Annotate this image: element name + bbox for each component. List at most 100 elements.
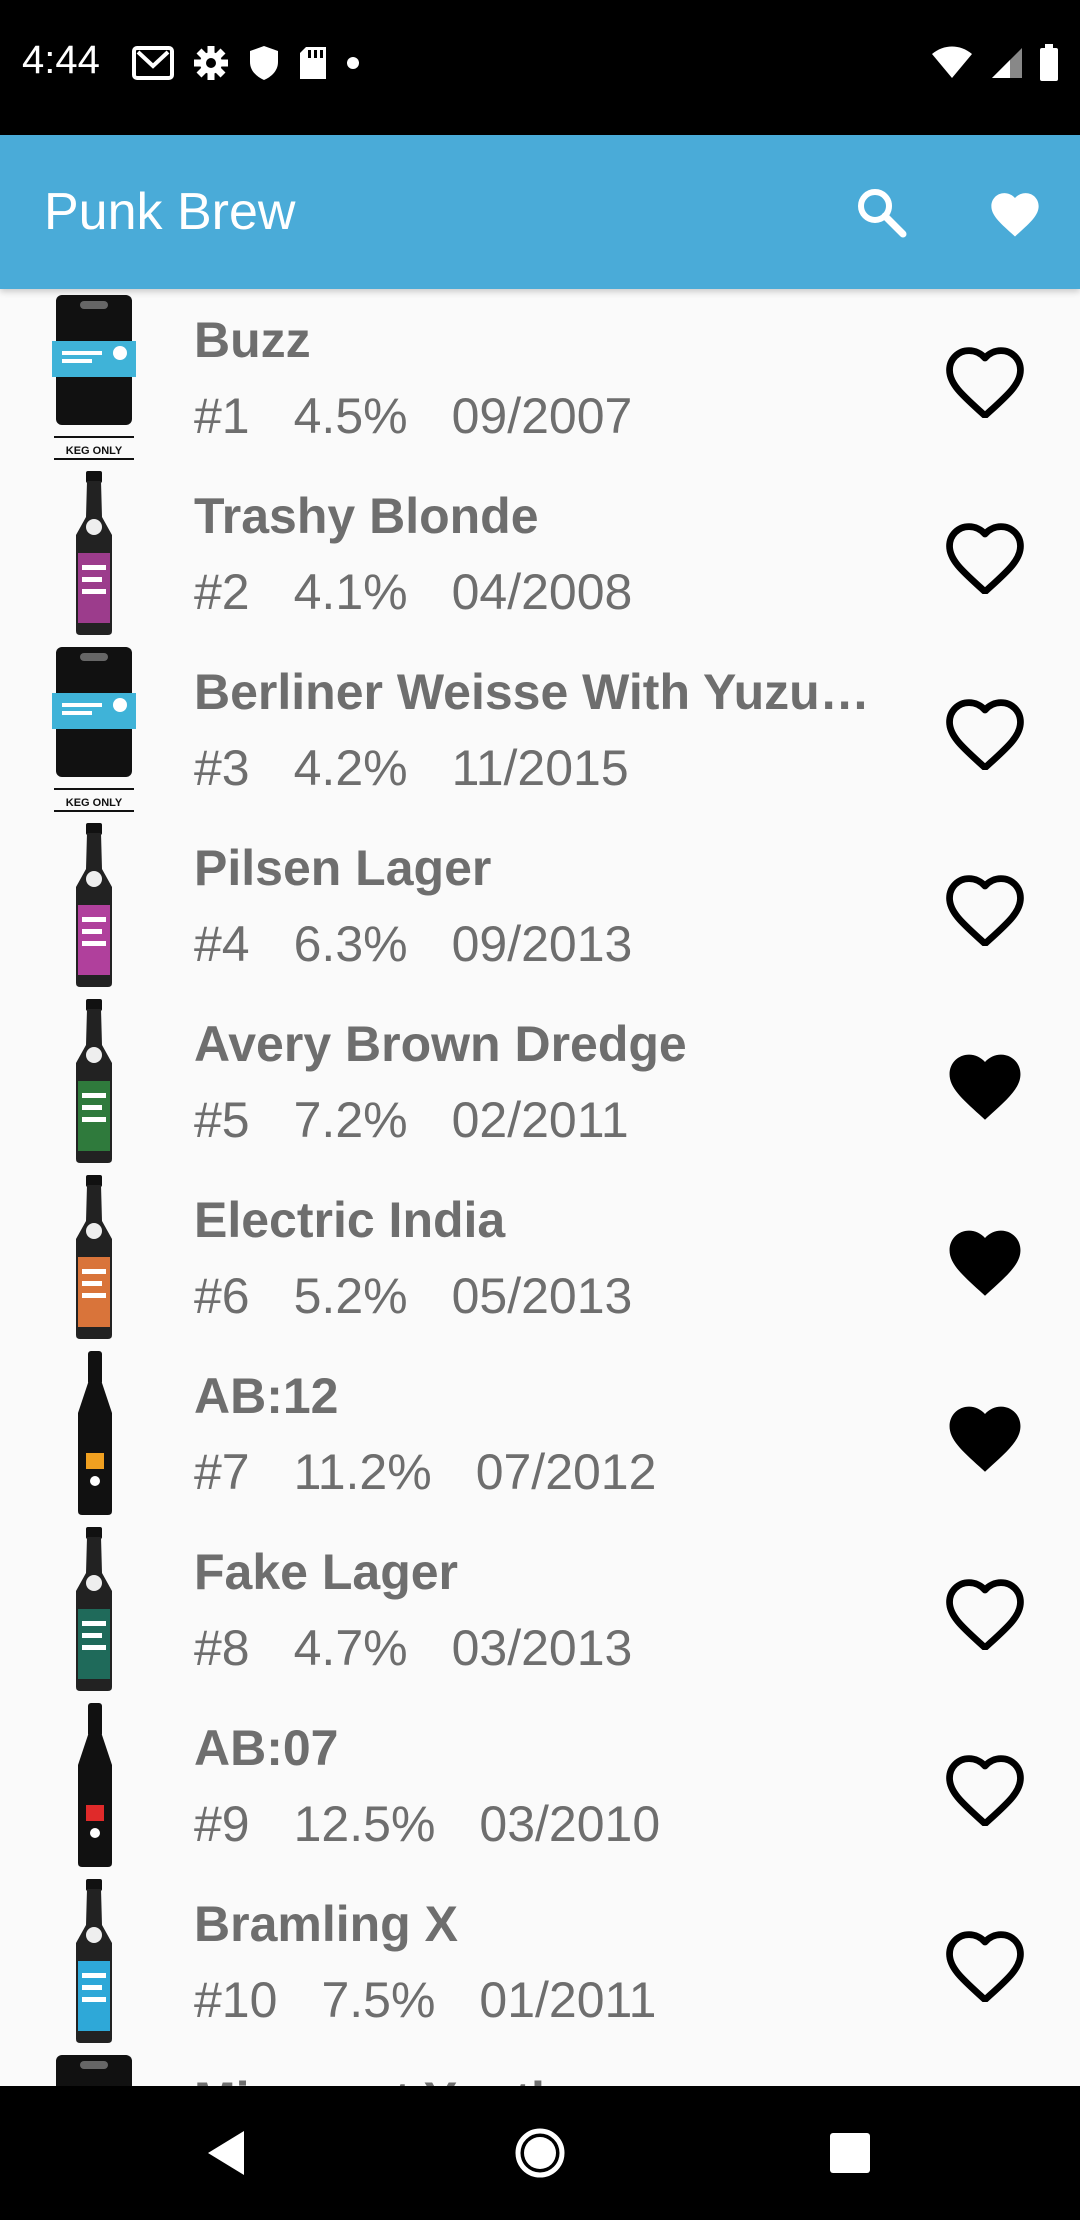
beer-id: #10: [194, 1972, 278, 2028]
heart-outline-icon: [946, 875, 1024, 946]
status-bar: 4:44: [0, 0, 1080, 135]
heart-outline-icon: [946, 347, 1024, 418]
beer-thumbnail: [40, 469, 148, 637]
beer-thumbnail: KEG ONLY: [40, 645, 148, 813]
back-button[interactable]: [156, 2086, 296, 2220]
beer-thumbnail: [40, 1349, 148, 1517]
app-title: Punk Brew: [44, 183, 296, 241]
heart-outline-icon: [946, 699, 1024, 770]
beer-name: Misspent Youth: [194, 2071, 894, 2086]
recents-icon: [830, 2133, 870, 2173]
list-item[interactable]: Bramling X #10 7.5% 01/2011: [0, 1873, 1080, 2049]
search-icon: [858, 189, 907, 238]
beer-first-brewed: 11/2015: [451, 740, 629, 796]
beer-thumbnail: [40, 1173, 148, 1341]
heart-filled-icon: [949, 1054, 1021, 1120]
list-item[interactable]: AB:07 #9 12.5% 03/2010: [0, 1697, 1080, 1873]
heart-filled-icon: [991, 193, 1039, 237]
beer-abv: 12.5%: [293, 1796, 436, 1852]
gmail-icon: [132, 46, 174, 80]
beer-meta: #6 5.2% 05/2013: [194, 1267, 676, 1325]
beer-name: Bramling X: [194, 1896, 458, 1952]
list-item[interactable]: Electric India #6 5.2% 05/2013: [0, 1169, 1080, 1345]
beer-id: #3: [194, 740, 250, 796]
beer-name: Electric India: [194, 1192, 506, 1248]
list-item[interactable]: Trashy Blonde #2 4.1% 04/2008: [0, 465, 1080, 641]
beer-first-brewed: 09/2007: [451, 388, 633, 444]
wifi-icon: [932, 46, 972, 78]
list-item[interactable]: Avery Brown Dredge #5 7.2% 02/2011: [0, 993, 1080, 1169]
beer-meta: #4 6.3% 09/2013: [194, 915, 676, 973]
notification-icons: [132, 44, 360, 82]
list-item[interactable]: KEG ONLY Berliner Weisse With Yuzu… #3 4.2%…: [0, 641, 1080, 817]
home-button[interactable]: [470, 2086, 610, 2220]
recents-button[interactable]: [780, 2086, 920, 2220]
beer-id: #5: [194, 1092, 250, 1148]
favorite-toggle[interactable]: [930, 331, 1040, 427]
beer-id: #8: [194, 1620, 250, 1676]
beer-abv: 4.2%: [293, 740, 408, 796]
favorite-toggle[interactable]: [930, 1211, 1040, 1307]
beer-thumbnail: KEG ONLY: [40, 293, 148, 461]
beer-list[interactable]: KEG ONLY Buzz #1 4.5% 09/2007 Trashy Blonde #2…: [0, 289, 1080, 2086]
favorite-toggle[interactable]: [930, 683, 1040, 779]
beer-id: #1: [194, 388, 250, 444]
beer-id: #9: [194, 1796, 250, 1852]
favorite-toggle[interactable]: [930, 859, 1040, 955]
heart-outline-icon: [946, 523, 1024, 594]
home-icon: [515, 2128, 565, 2178]
cellular-icon: [992, 48, 1022, 78]
favorite-toggle[interactable]: [930, 1739, 1040, 1835]
beer-name: Fake Lager: [194, 1544, 459, 1600]
list-item[interactable]: KEG ONLY Buzz #1 4.5% 09/2007: [0, 289, 1080, 465]
beer-name: AB:12: [194, 1368, 339, 1424]
beer-thumbnail: KEG ONLY: [40, 2053, 148, 2086]
beer-abv: 11.2%: [293, 1444, 432, 1500]
favorite-toggle[interactable]: [930, 507, 1040, 603]
keg-only-label: KEG ONLY: [66, 445, 123, 457]
beer-meta: #5 7.2% 02/2011: [194, 1091, 673, 1149]
beer-meta: #2 4.1% 04/2008: [194, 563, 676, 621]
favorite-toggle[interactable]: [930, 1387, 1040, 1483]
beer-abv: 5.2%: [293, 1268, 408, 1324]
favorite-toggle[interactable]: [930, 1563, 1040, 1659]
heart-outline-icon: [946, 1755, 1024, 1826]
beer-id: #7: [194, 1444, 250, 1500]
navigation-bar: [0, 2086, 1080, 2220]
beer-id: #2: [194, 564, 250, 620]
list-item[interactable]: Pilsen Lager #4 6.3% 09/2013: [0, 817, 1080, 993]
beer-first-brewed: 07/2012: [475, 1444, 657, 1500]
beer-abv: 4.7%: [293, 1620, 408, 1676]
beer-thumbnail: [40, 1701, 148, 1869]
sd-card-icon: [300, 47, 326, 79]
list-item[interactable]: AB:12 #7 11.2% 07/2012: [0, 1345, 1080, 1521]
beer-name: Pilsen Lager: [194, 840, 492, 896]
beer-first-brewed: 01/2011: [479, 1972, 657, 2028]
beer-thumbnail: [40, 997, 148, 1165]
favorite-toggle[interactable]: [930, 1035, 1040, 1131]
beer-first-brewed: 05/2013: [451, 1268, 633, 1324]
favorite-toggle[interactable]: [930, 1915, 1040, 2011]
list-item[interactable]: KEG ONLYMisspent Youth#11: [0, 2049, 1080, 2086]
shield-icon: [250, 46, 278, 80]
search-button[interactable]: [826, 135, 936, 289]
heart-outline-icon: [946, 1579, 1024, 1650]
list-item[interactable]: Fake Lager #8 4.7% 03/2013: [0, 1521, 1080, 1697]
keg-only-label: KEG ONLY: [66, 797, 123, 809]
beer-thumbnail: [40, 1525, 148, 1693]
beer-meta: #3 4.2% 11/2015: [194, 739, 673, 797]
back-icon: [208, 2131, 244, 2175]
beer-id: #6: [194, 1268, 250, 1324]
beer-first-brewed: 09/2013: [451, 916, 633, 972]
beer-thumbnail: [40, 1877, 148, 2045]
heart-filled-icon: [949, 1230, 1021, 1296]
beer-meta: #1 4.5% 09/2007: [194, 387, 676, 445]
beer-meta: #7 11.2% 07/2012: [194, 1443, 700, 1501]
beer-name: AB:07: [194, 1720, 339, 1776]
beer-abv: 6.3%: [293, 916, 408, 972]
favorites-button[interactable]: [960, 135, 1070, 289]
beer-meta: #8 4.7% 03/2013: [194, 1619, 676, 1677]
dot-icon: [347, 57, 359, 69]
beer-name: Trashy Blonde: [194, 488, 539, 544]
heart-filled-icon: [949, 1406, 1021, 1472]
